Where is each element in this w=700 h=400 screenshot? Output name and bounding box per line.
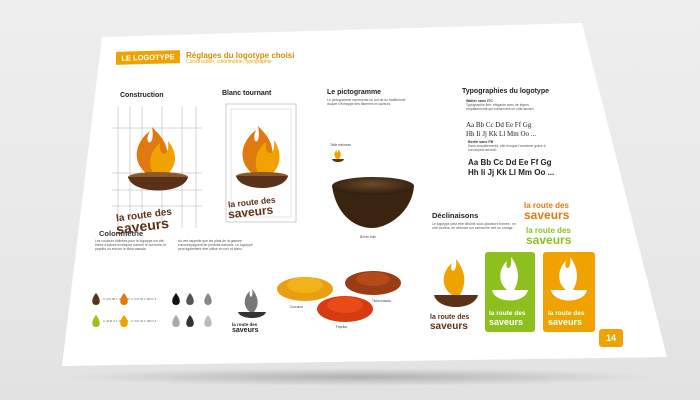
color-swatch [120, 315, 128, 327]
font2-sample2: Hh Ii Jj Kk Ll Mm Oo ... [468, 168, 555, 177]
bw-logo-line2: saveurs [232, 327, 259, 334]
bowl-caption: Bol en bois [360, 235, 376, 239]
color-swatch [92, 293, 100, 305]
color-swatch [120, 293, 128, 305]
font2-sample1: Aa Bb Cc Dd Ee Ff Gg [468, 158, 552, 167]
pictogramme-heading: Le pictogramme [327, 89, 382, 96]
typographies-heading: Typographies du logotype [462, 88, 549, 95]
curcuma-label: Curcuma [290, 305, 303, 309]
font1-sample1: Aa Bb Cc Dd Ee Ff Gg [466, 121, 532, 129]
tikka-label: Tikka masala [372, 299, 391, 303]
pictogramme-text: Le pictogramme représente un bol de riz … [327, 98, 406, 106]
colorimetrie-text1: Les couleurs utilisées pour le logotype … [95, 239, 167, 251]
font1-description: Typographie fine, élégante avec de léger… [466, 103, 535, 111]
color-swatch-label: C: 0 M: 60 J: 100 N: 0 [131, 297, 157, 301]
gray-swatch [172, 315, 180, 327]
color-swatch [92, 315, 100, 327]
paprika-label: Paprika [336, 325, 347, 329]
page-subtitle: Construction, colorimétrie, typographie [186, 59, 272, 65]
gray-swatch [204, 315, 212, 327]
blanc-tournant-flame-icon [236, 126, 288, 188]
page-number: 14 [599, 329, 623, 347]
orange-logo-line2: saveurs [524, 208, 570, 222]
declinaisons-heading: Déclinaisons [432, 211, 479, 220]
gray-swatch [186, 315, 194, 327]
gray-swatch [204, 293, 212, 305]
pictogramme-small-icon [332, 149, 344, 162]
gray-swatch [186, 293, 194, 305]
declinaison-logo-line2: saveurs [430, 321, 468, 332]
green-cartouche-line2: saveurs [489, 317, 524, 327]
declinaisons-text: Le logotype peut être décliné sous plusi… [432, 222, 517, 230]
wooden-bowl-image [332, 177, 414, 228]
blanc-tournant-heading: Blanc tournant [222, 90, 272, 97]
declinaison-color-flame-icon [434, 259, 478, 307]
green-logo-line2: saveurs [526, 233, 572, 247]
gray-swatch [172, 293, 180, 305]
orange-cartouche-line2: saveurs [548, 317, 583, 327]
document-page: LE LOGOTYPE Réglages du logotype choisi … [0, 0, 700, 400]
construction-flame-icon [128, 127, 188, 191]
bw-flame-icon [238, 289, 266, 318]
colorimetrie-text2: du vert rappelle que les plats de la gam… [178, 239, 253, 251]
color-swatch-label: C: 0 M: 40 J: 100 N: 0 [131, 319, 157, 323]
font2-description: Sans empattements, elle évoque l'exotism… [468, 144, 546, 152]
section-badge: LE LOGOTYPE [116, 50, 180, 65]
font1-sample2: Hh Ii Jj Kk Ll Mm Oo ... [466, 130, 536, 138]
